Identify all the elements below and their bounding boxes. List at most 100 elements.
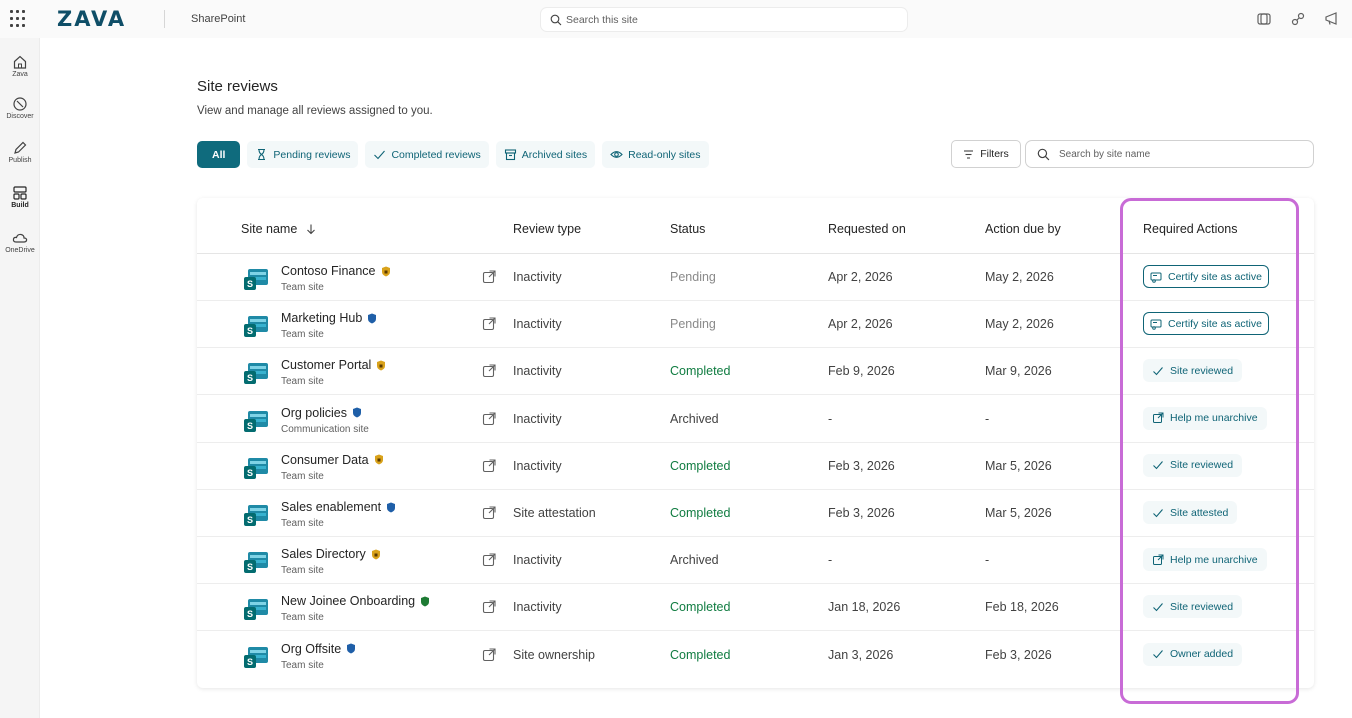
top-bar: ZAVA SharePoint Search this site xyxy=(0,0,1352,38)
search-icon xyxy=(550,14,562,25)
svg-text:S: S xyxy=(247,515,253,525)
review-type: Inactivity xyxy=(513,411,562,426)
site-name-text: Sales Directory xyxy=(281,547,366,562)
col-action-due-by[interactable]: Action due by xyxy=(985,222,1061,236)
site-name-link[interactable]: Consumer Data xyxy=(281,453,384,467)
site-name-link[interactable]: Sales Directory xyxy=(281,547,381,561)
rail-label: OneDrive xyxy=(5,247,35,254)
site-name-text: Org policies xyxy=(281,405,347,420)
filters-button[interactable]: Filters xyxy=(951,140,1021,168)
copilot-icon[interactable] xyxy=(1256,11,1272,27)
pill-archived-sites[interactable]: Archived sites xyxy=(495,141,596,168)
col-requested-on[interactable]: Requested on xyxy=(828,222,906,236)
sharepoint-site-icon: S xyxy=(244,316,268,338)
svg-text:S: S xyxy=(247,657,253,667)
site-name-search[interactable]: Search by site name xyxy=(1025,140,1314,168)
sharepoint-site-icon: S xyxy=(244,599,268,621)
home-icon xyxy=(13,55,27,69)
rail-item-zava[interactable]: Zava xyxy=(0,54,40,78)
status-text: Completed xyxy=(670,506,731,520)
shield-icon xyxy=(368,313,377,324)
open-in-new-icon[interactable] xyxy=(482,270,496,284)
rail-item-publish[interactable]: Publish xyxy=(0,140,40,164)
review-type: Inactivity xyxy=(513,270,562,284)
sensitivity-lock-icon xyxy=(371,549,380,560)
pill-pending-reviews[interactable]: Pending reviews xyxy=(247,141,359,168)
review-type: Inactivity xyxy=(513,458,562,473)
action-due-by: May 2, 2026 xyxy=(985,270,1054,284)
open-in-new-icon[interactable] xyxy=(482,459,496,473)
status-text: Pending xyxy=(670,317,716,332)
site-name-text: Marketing Hub xyxy=(281,311,363,326)
open-in-new-icon[interactable] xyxy=(482,553,496,567)
open-in-new-icon[interactable] xyxy=(482,364,496,378)
site-type: Communication site xyxy=(281,423,369,435)
site-name-link[interactable]: New Joinee Onboarding xyxy=(281,594,430,608)
col-status[interactable]: Status xyxy=(670,222,705,236)
site-name-link[interactable]: Org policies xyxy=(281,406,362,420)
rail-item-onedrive[interactable]: OneDrive xyxy=(0,230,40,254)
svg-text:S: S xyxy=(247,562,253,572)
layout-icon xyxy=(13,186,27,200)
site-type: Team site xyxy=(281,282,324,293)
pill-label: Pending reviews xyxy=(273,148,351,161)
open-in-new-icon[interactable] xyxy=(482,412,496,426)
share-icon[interactable] xyxy=(1290,11,1306,27)
sharepoint-site-icon: S xyxy=(244,269,268,290)
rail-label: Zava xyxy=(12,71,28,78)
rail-label: Build xyxy=(11,202,29,209)
site-name-text: Consumer Data xyxy=(281,452,369,467)
status-text: Completed xyxy=(670,647,731,662)
search-placeholder: Search by site name xyxy=(1059,148,1151,160)
action-due-by: May 2, 2026 xyxy=(985,317,1054,332)
sensitivity-lock-icon xyxy=(377,360,386,371)
status-text: Pending xyxy=(670,270,716,284)
action-due-by: Feb 18, 2026 xyxy=(985,600,1059,615)
action-due-by: Mar 9, 2026 xyxy=(985,364,1052,379)
page-title: Site reviews xyxy=(197,78,278,95)
open-in-new-icon[interactable] xyxy=(482,506,496,520)
requested-on: Jan 18, 2026 xyxy=(828,600,901,615)
pill-label: Archived sites xyxy=(521,148,588,161)
open-in-new-icon[interactable] xyxy=(482,317,496,331)
rail-item-build[interactable]: Build xyxy=(0,185,40,209)
svg-text:S: S xyxy=(247,421,253,431)
zava-logo[interactable]: ZAVA xyxy=(57,7,126,31)
col-review-type[interactable]: Review type xyxy=(513,222,581,236)
pill-all[interactable]: All xyxy=(197,141,241,168)
compass-icon xyxy=(13,97,27,111)
cloud-icon xyxy=(12,233,28,243)
rail-item-discover[interactable]: Discover xyxy=(0,96,40,120)
check-icon xyxy=(374,150,386,160)
site-name-link[interactable]: Marketing Hub xyxy=(281,311,377,325)
pill-read-only-sites[interactable]: Read-only sites xyxy=(602,141,709,168)
app-launcher-icon[interactable] xyxy=(10,10,28,28)
col-site-name[interactable]: Site name xyxy=(241,222,317,236)
site-name-link[interactable]: Customer Portal xyxy=(281,358,386,372)
open-in-new-icon[interactable] xyxy=(482,600,496,614)
pill-completed-reviews[interactable]: Completed reviews xyxy=(365,141,489,168)
divider xyxy=(164,10,165,28)
app-name[interactable]: SharePoint xyxy=(191,13,245,25)
action-due-by: Mar 5, 2026 xyxy=(985,458,1052,473)
feedback-icon[interactable] xyxy=(1324,11,1340,27)
hourglass-icon xyxy=(258,148,266,161)
shield-icon xyxy=(353,407,361,418)
site-name-link[interactable]: Contoso Finance xyxy=(281,264,391,278)
shield-icon xyxy=(421,596,430,607)
filter-pills: All Pending reviews Completed reviews Ar… xyxy=(197,141,709,168)
required-actions-highlight xyxy=(1120,198,1299,704)
site-name-link[interactable]: Org Offsite xyxy=(281,642,356,656)
sharepoint-site-icon: S xyxy=(244,457,268,479)
status-text: Completed xyxy=(670,600,731,615)
site-search-box[interactable]: Search this site xyxy=(541,8,907,31)
review-type: Site attestation xyxy=(513,506,596,520)
shield-icon xyxy=(387,502,396,512)
open-in-new-icon[interactable] xyxy=(482,648,496,662)
site-name-link[interactable]: Sales enablement xyxy=(281,500,396,514)
status-text: Archived xyxy=(670,411,719,426)
review-type: Inactivity xyxy=(513,553,562,568)
site-name-text: New Joinee Onboarding xyxy=(281,594,416,609)
site-type: Team site xyxy=(281,659,324,671)
sensitivity-lock-icon xyxy=(374,454,383,465)
